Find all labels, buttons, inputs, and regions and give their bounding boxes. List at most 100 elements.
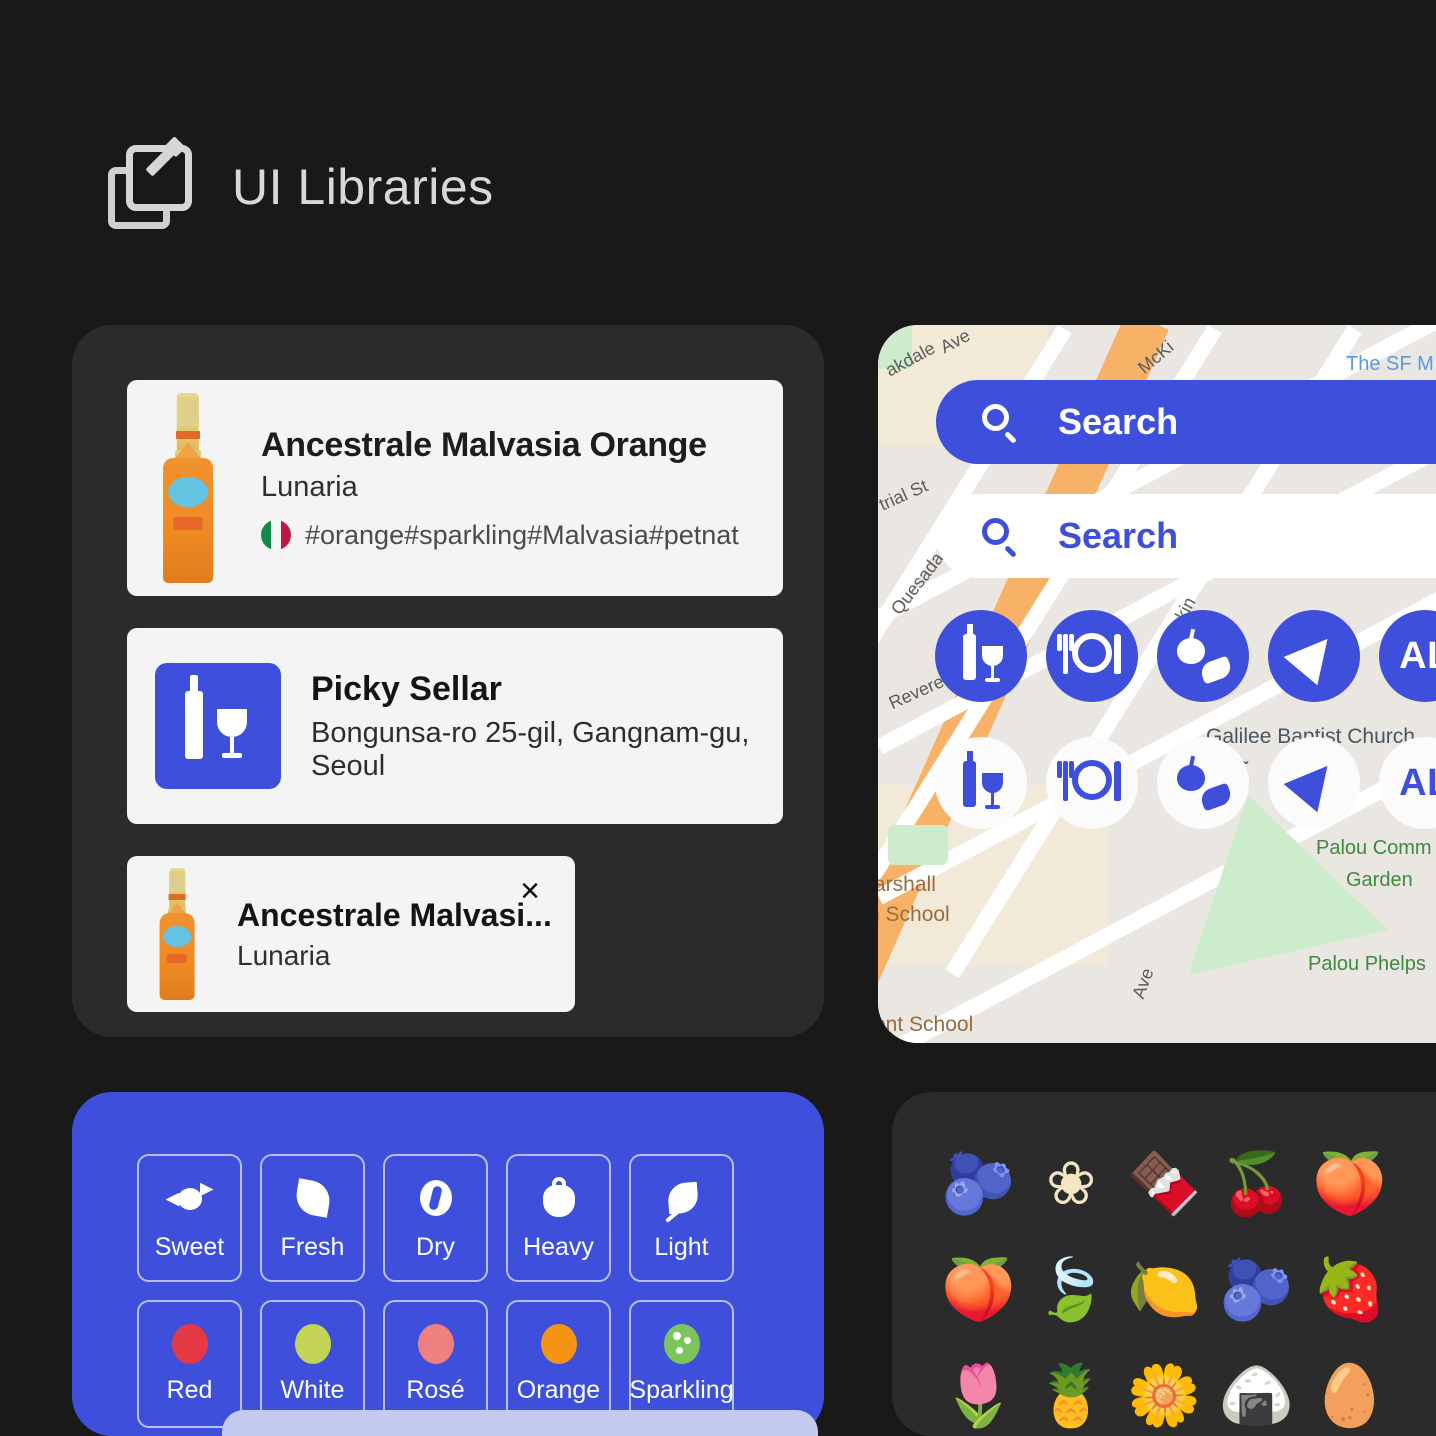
grocery-icon: [1175, 759, 1234, 812]
map-pin-navigate[interactable]: [1268, 610, 1360, 702]
color-chip-row: Red White Rosé Orange Sparkling: [72, 1300, 824, 1428]
map-pin-grocery[interactable]: [1157, 610, 1249, 702]
chip-label: Heavy: [523, 1232, 594, 1261]
store-card[interactable]: Picky Sellar Bongunsa-ro 25-gil, Gangnam…: [127, 628, 783, 824]
list-panel: Ancestrale Malvasia Orange Lunaria #oran…: [72, 325, 824, 1037]
map-pin-label: AL: [1399, 761, 1436, 804]
wine-producer: Lunaria: [261, 470, 358, 503]
weight-icon: [536, 1175, 582, 1221]
chip-label: Orange: [516, 1375, 601, 1404]
flavor-icon-lemon-lime[interactable]: 🍋: [1118, 1248, 1211, 1332]
chip-label: White: [280, 1375, 345, 1404]
map-pin-dining[interactable]: [1046, 610, 1138, 702]
filter-chip-heavy[interactable]: Heavy: [506, 1154, 611, 1282]
map-label: The SF M: [1346, 353, 1434, 375]
flavor-icon-cherries[interactable]: 🍒: [1210, 1142, 1303, 1226]
droplets-icon: [413, 1175, 459, 1221]
wine-title: Ancestrale Malvasia Orange: [261, 425, 707, 464]
search-placeholder: Search: [1058, 515, 1179, 556]
wine-bottle-image-small: [147, 868, 207, 1000]
filter-chip-sparkling[interactable]: Sparkling: [629, 1300, 734, 1428]
edit-layers-icon: [108, 139, 192, 229]
color-dot-icon: [417, 1323, 454, 1364]
chip-label: Light: [654, 1232, 709, 1261]
map-label: arshall: [878, 873, 936, 896]
filter-chip-light[interactable]: Light: [629, 1154, 734, 1282]
navigate-icon: [1283, 751, 1345, 813]
wine-bottle-image: [145, 393, 231, 583]
mini-wine-producer: Lunaria: [237, 939, 331, 971]
map-pin-label: AL: [1399, 634, 1436, 677]
filter-chip-dry[interactable]: Dry: [383, 1154, 488, 1282]
color-dot-icon: [171, 1323, 208, 1364]
store-address: Bongunsa-ro 25-gil, Gangnam-gu, Seoul: [311, 716, 750, 782]
taste-chip-row: Sweet Fresh Dry Heavy Light: [72, 1154, 824, 1282]
page-header: UI Libraries: [108, 139, 494, 229]
bottom-sheet-handle[interactable]: [222, 1410, 818, 1436]
search-icon: [982, 404, 1018, 444]
dining-icon: [1057, 760, 1121, 806]
flavor-icon-raspberry[interactable]: 🫐: [1210, 1248, 1303, 1332]
flavor-icon-grid: 🫐 ❀ 🍫 🍒 🍑 🍑 🍃 🍋 🫐 🍓 🌷 🍍 🌼 🍙 🥚: [892, 1142, 1436, 1436]
flavor-icons-panel: 🫐 ❀ 🍫 🍒 🍑 🍑 🍃 🍋 🫐 🍓 🌷 🍍 🌼 🍙 🥚: [892, 1092, 1436, 1436]
map-label: Palou Comm: [1316, 837, 1432, 859]
flavor-icon-daisy[interactable]: 🌼: [1118, 1354, 1211, 1436]
mini-wine-card[interactable]: Ancestrale Malvasi... Lunaria ×: [127, 856, 575, 1012]
filter-chip-orange[interactable]: Orange: [506, 1300, 611, 1428]
chip-label: Sparkling: [629, 1375, 734, 1404]
wine-bar-icon: [955, 624, 1007, 682]
flavor-icon-strawberry[interactable]: 🍓: [1303, 1248, 1396, 1332]
page-title: UI Libraries: [232, 159, 494, 215]
leaf-icon: [290, 1175, 336, 1221]
map-label: ont School: [878, 1013, 974, 1036]
search-placeholder: Search: [1058, 401, 1179, 442]
filter-chip-white[interactable]: White: [260, 1300, 365, 1428]
map-pin-grocery-outlined[interactable]: [1157, 737, 1249, 829]
sparkling-dot-icon: [663, 1323, 700, 1364]
filter-chip-sweet[interactable]: Sweet: [137, 1154, 242, 1282]
flavor-icon-cacao-pod[interactable]: 🥚: [1303, 1354, 1396, 1436]
filter-chip-fresh[interactable]: Fresh: [260, 1154, 365, 1282]
map-pin-navigate-outlined[interactable]: [1268, 737, 1360, 829]
search-icon: [982, 518, 1018, 558]
filter-chip-red[interactable]: Red: [137, 1300, 242, 1428]
search-bar-filled[interactable]: Search: [936, 380, 1436, 464]
wine-card[interactable]: Ancestrale Malvasia Orange Lunaria #oran…: [127, 380, 783, 596]
chip-label: Rosé: [406, 1375, 465, 1404]
navigate-icon: [1283, 624, 1345, 686]
page-root: UI Libraries Ancestrale Malvasia Orange …: [0, 0, 1436, 1436]
flavor-icon-vanilla-flower[interactable]: ❀: [1025, 1142, 1118, 1226]
flavor-icon-apricot[interactable]: 🍑: [1303, 1142, 1396, 1226]
chip-label: Dry: [416, 1232, 455, 1261]
filter-chip-rose[interactable]: Rosé: [383, 1300, 488, 1428]
chip-label: Sweet: [154, 1232, 225, 1261]
flavor-icon-peach[interactable]: 🍑: [932, 1248, 1025, 1332]
flavor-icon-rose[interactable]: 🌷: [932, 1354, 1025, 1436]
wine-tag-row: #orange#sparkling#Malvasia#petnat: [261, 520, 739, 551]
flavor-icon-lychee[interactable]: 🍙: [1210, 1354, 1303, 1436]
map-label: Palou Phelps: [1308, 953, 1426, 975]
dining-icon: [1057, 633, 1121, 679]
wine-tags: #orange#sparkling#Malvasia#petnat: [305, 519, 739, 550]
color-dot-icon: [294, 1323, 331, 1364]
flavor-icon-tobacco-leaf[interactable]: 🍃: [1025, 1248, 1118, 1332]
map-pin-wine-bar-outlined[interactable]: [935, 737, 1027, 829]
filters-panel: Sweet Fresh Dry Heavy Light Red White Ro…: [72, 1092, 824, 1436]
map-label: h School: [878, 903, 950, 926]
flavor-icon-chocolate-bar[interactable]: 🍫: [1118, 1142, 1211, 1226]
italy-flag-icon: [261, 520, 291, 550]
close-icon[interactable]: ×: [513, 874, 547, 908]
feather-icon: [659, 1175, 705, 1223]
grocery-icon: [1175, 632, 1234, 685]
map-pin-dining-outlined[interactable]: [1046, 737, 1138, 829]
candy-icon: [165, 1175, 214, 1221]
color-dot-icon: [540, 1323, 577, 1364]
search-bar-outlined[interactable]: Search: [936, 494, 1436, 578]
flavor-icon-blackberry[interactable]: 🫐: [932, 1142, 1025, 1226]
flavor-icon-pineapple[interactable]: 🍍: [1025, 1354, 1118, 1436]
map-pin-wine-bar[interactable]: [935, 610, 1027, 702]
map-label: Garden: [1346, 869, 1413, 891]
mini-wine-title: Ancestrale Malvasi...: [237, 896, 552, 933]
chip-label: Fresh: [280, 1232, 345, 1261]
store-name: Picky Sellar: [311, 669, 502, 708]
